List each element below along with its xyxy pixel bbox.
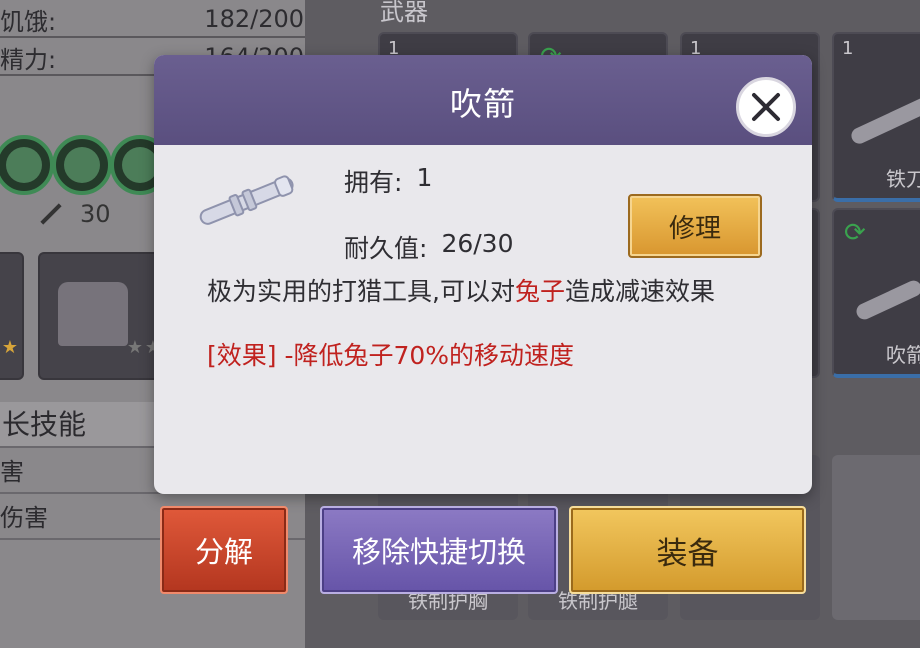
- hunger-label: 饥饿:: [0, 7, 57, 36]
- durability: 耐久值: 26/30: [344, 229, 513, 265]
- item-label: 吹箭: [886, 343, 920, 367]
- sanity-status-icon[interactable]: [52, 135, 112, 195]
- sword-icon: [40, 203, 62, 225]
- item-description: 极为实用的打猎工具,可以对兔子造成减速效果: [207, 275, 767, 308]
- attack-value: 30: [80, 200, 111, 228]
- equip-card[interactable]: [832, 455, 920, 620]
- owned-count: 拥有: 1: [344, 163, 432, 199]
- item-effect: [效果] -降低兔子70%的移动速度: [207, 341, 575, 370]
- durability-label: 耐久值:: [344, 234, 428, 263]
- equip-button[interactable]: 装备: [569, 506, 806, 594]
- hunger-row: 饥饿: 182/200: [0, 2, 310, 38]
- item-detail-dialog: 吹箭 拥有: 1 耐久值: 26/30 修理 极为实用的打猎工具,可以对兔子造成…: [154, 55, 812, 494]
- weapons-section-title: 武器: [380, 0, 428, 26]
- item-quantity: 1: [842, 38, 854, 59]
- dialog-title: 吹箭: [449, 85, 516, 123]
- description-text: 造成减速效果: [564, 277, 715, 306]
- recycle-icon: ⟳: [844, 218, 866, 248]
- weapon-slot-iron-knife[interactable]: 1 铁刀: [832, 32, 920, 202]
- owned-label: 拥有:: [344, 168, 403, 197]
- description-text: 极为实用的打猎工具,可以对: [207, 277, 515, 306]
- repair-button[interactable]: 修理: [628, 194, 762, 258]
- armor-icon: [58, 282, 128, 346]
- item-label: 铁刀: [886, 167, 920, 191]
- star-icon: ★: [1, 337, 18, 358]
- dialog-header: 吹箭: [154, 55, 812, 145]
- equip-slot-body[interactable]: ★ ★: [38, 252, 163, 380]
- durability-value: 26/30: [441, 229, 514, 258]
- attack-stat: 30: [38, 200, 111, 228]
- star-icon: ★: [126, 337, 143, 358]
- equip-slot-head[interactable]: ★: [0, 252, 24, 380]
- hunger-value: 182/200: [204, 5, 304, 33]
- stomach-status-icon[interactable]: [0, 135, 54, 195]
- energy-label: 精力:: [0, 45, 57, 74]
- knife-icon: [848, 93, 920, 147]
- description-highlight: 兔子: [514, 277, 565, 306]
- decompose-button[interactable]: 分解: [160, 506, 288, 594]
- owned-value: 1: [416, 163, 433, 192]
- close-button[interactable]: [736, 77, 796, 137]
- blowpipe-icon: [853, 277, 920, 323]
- remove-quick-switch-button[interactable]: 移除快捷切换: [320, 506, 558, 594]
- close-icon: [752, 93, 780, 121]
- blowpipe-icon: [199, 175, 294, 225]
- weapon-slot-blowpipe[interactable]: ⟳ 吹箭: [832, 208, 920, 378]
